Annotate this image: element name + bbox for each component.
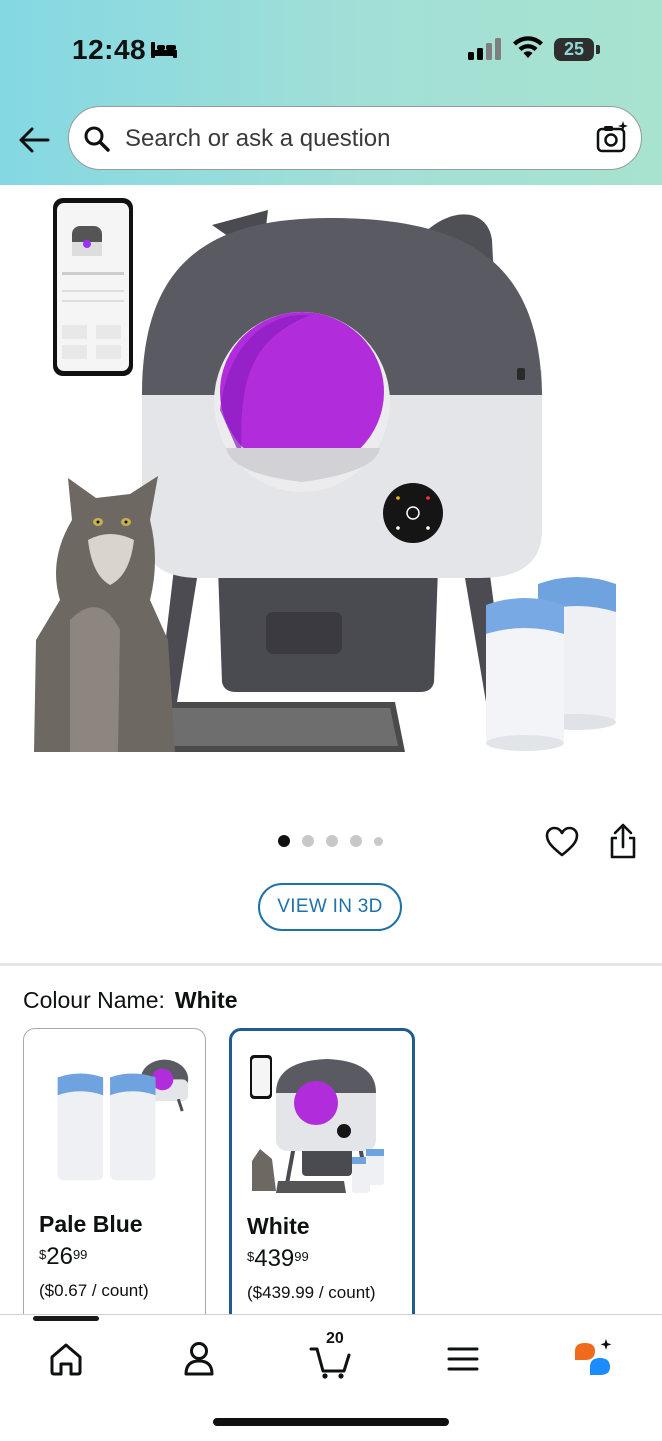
option-price: $43999 bbox=[247, 1245, 309, 1272]
cart-count-badge: 20 bbox=[326, 1330, 344, 1347]
pale-blue-thumbnail bbox=[57, 1059, 189, 1181]
colour-option-pale-blue[interactable]: Pale Blue $2699 ($0.67 / count) bbox=[23, 1028, 206, 1328]
carousel-dot-2[interactable] bbox=[302, 835, 314, 847]
view-in-3d-button[interactable]: VIEW IN 3D bbox=[258, 883, 402, 931]
search-bar[interactable]: Search or ask a question bbox=[68, 106, 642, 170]
carousel-dot-4[interactable] bbox=[350, 835, 362, 847]
litter-box bbox=[142, 210, 542, 714]
selected-colour-value: White bbox=[174, 987, 238, 1013]
option-name: White bbox=[247, 1213, 310, 1239]
section-divider bbox=[0, 963, 662, 966]
camera-search-icon[interactable] bbox=[595, 121, 629, 155]
option-price: $2699 bbox=[39, 1243, 88, 1270]
battery-cap bbox=[596, 45, 600, 54]
search-icon bbox=[84, 126, 110, 152]
back-arrow-icon[interactable] bbox=[16, 124, 52, 156]
colour-label: Colour Name: bbox=[23, 987, 165, 1013]
home-indicator-bar[interactable] bbox=[213, 1418, 449, 1426]
carousel-dot-3[interactable] bbox=[326, 835, 338, 847]
sleep-focus-icon bbox=[151, 42, 177, 58]
white-thumbnail bbox=[250, 1055, 384, 1193]
image-carousel-dots[interactable] bbox=[278, 835, 383, 847]
home-icon[interactable] bbox=[44, 1337, 88, 1381]
carousel-dot-1[interactable] bbox=[278, 835, 290, 847]
rufus-assistant-icon[interactable] bbox=[572, 1337, 616, 1381]
litter-mat bbox=[150, 702, 405, 752]
account-icon[interactable] bbox=[177, 1337, 221, 1381]
cell-signal-icon bbox=[468, 38, 501, 60]
wishlist-heart-icon[interactable] bbox=[544, 824, 580, 860]
app-header: 12:48 25 Search or ask a question bbox=[0, 0, 662, 185]
active-tab-indicator bbox=[33, 1316, 99, 1321]
option-unit-price: ($0.67 / count) bbox=[39, 1281, 149, 1300]
colour-option-white[interactable]: White $43999 ($439.99 / count) bbox=[229, 1028, 415, 1328]
option-name: Pale Blue bbox=[39, 1211, 143, 1237]
wifi-icon bbox=[513, 36, 543, 58]
carousel-dot-5[interactable] bbox=[374, 836, 383, 846]
waste-bag-rolls bbox=[486, 577, 616, 751]
share-icon[interactable] bbox=[606, 822, 640, 862]
colour-name-row: Colour Name: White bbox=[23, 987, 238, 1014]
option-unit-price: ($439.99 / count) bbox=[247, 1283, 376, 1302]
search-input[interactable]: Search or ask a question bbox=[125, 125, 391, 153]
product-image[interactable] bbox=[0, 185, 662, 785]
menu-icon[interactable] bbox=[441, 1337, 485, 1381]
battery-indicator: 25 bbox=[554, 38, 594, 61]
app-phone-mockup bbox=[53, 198, 133, 376]
status-time: 12:48 bbox=[72, 34, 147, 65]
